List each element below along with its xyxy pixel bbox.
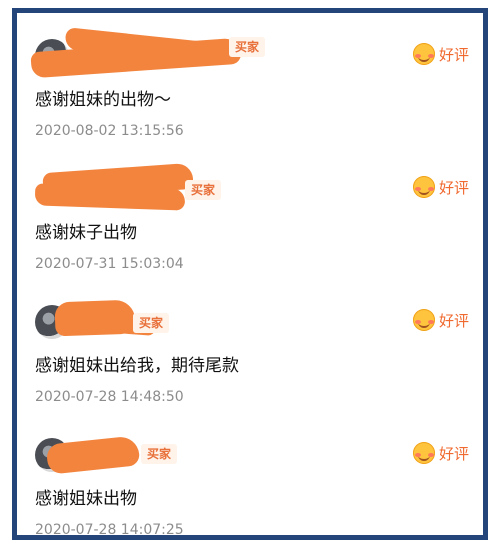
review-item: 买家 好评 感谢妹子出物 2020-07-31 15:03:04: [17, 158, 483, 291]
rating: 好评: [412, 176, 469, 198]
rating-label: 好评: [438, 45, 469, 64]
buyer-badge: 买家: [229, 37, 266, 57]
review-comment: 感谢姐妹的出物～: [35, 90, 171, 110]
review-list: 买家 好评 感谢姐妹的出物～ 2020-08-02 13:15:56 买家 好评…: [12, 8, 488, 540]
reviewer-header: 买家 好评: [34, 162, 475, 211]
rating: 好评: [412, 43, 469, 65]
reviewer-header: 买家 好评: [35, 434, 475, 475]
rating-label: 好评: [438, 444, 469, 463]
rating: 好评: [412, 442, 469, 464]
review-item: 买家 好评 感谢姐妹的出物～ 2020-08-02 13:15:56: [17, 25, 483, 158]
smile-icon: [412, 176, 435, 198]
buyer-badge: 买家: [133, 313, 170, 333]
redaction-mark: [34, 183, 186, 211]
review-timestamp: 2020-07-31 15:03:04: [35, 256, 184, 272]
review-timestamp: 2020-08-02 13:15:56: [35, 123, 184, 139]
review-comment: 感谢妹子出物: [35, 223, 137, 243]
smile-icon: [412, 43, 435, 65]
reviewer-header: 买家 好评: [35, 299, 475, 341]
rating-label: 好评: [438, 178, 469, 197]
review-timestamp: 2020-07-28 14:48:50: [35, 389, 184, 405]
rating: 好评: [412, 309, 469, 331]
reviewer-header: 买家 好评: [30, 27, 475, 79]
review-comment: 感谢姐妹出物: [35, 489, 137, 509]
review-comment: 感谢姐妹出给我，期待尾款: [35, 356, 239, 376]
smile-icon: [412, 309, 435, 331]
buyer-badge: 买家: [185, 180, 222, 200]
review-item: 买家 好评 感谢姐妹出给我，期待尾款 2020-07-28 14:48:50: [17, 291, 483, 424]
rating-label: 好评: [438, 311, 469, 330]
review-item: 买家 好评 感谢姐妹出物 2020-07-28 14:07:25: [17, 424, 483, 538]
review-timestamp: 2020-07-28 14:07:25: [35, 522, 184, 538]
smile-icon: [412, 442, 435, 464]
buyer-badge: 买家: [141, 444, 178, 464]
